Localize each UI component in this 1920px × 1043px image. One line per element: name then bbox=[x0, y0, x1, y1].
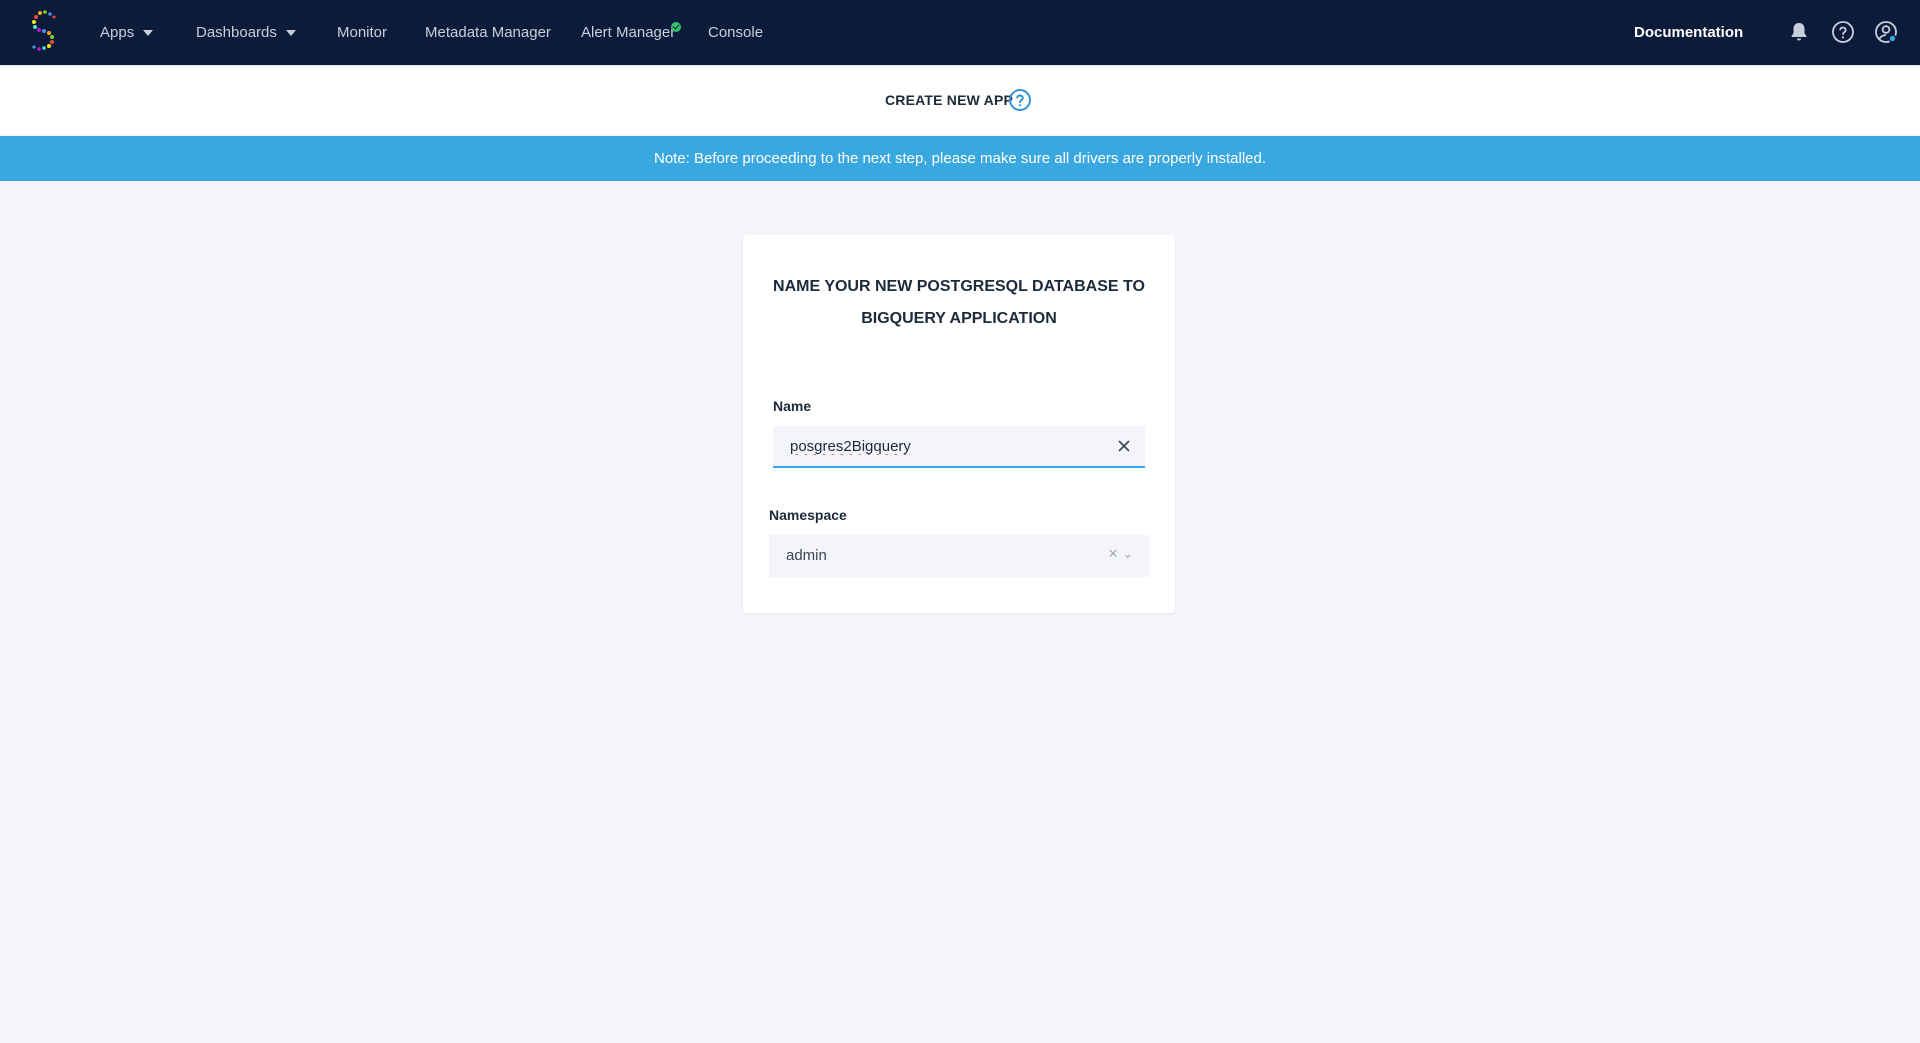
namespace-label: Namespace bbox=[769, 507, 847, 523]
chevron-down-icon bbox=[285, 29, 296, 36]
namespace-select[interactable]: admin ✕ ⌄ bbox=[769, 535, 1149, 577]
documentation-link[interactable]: Documentation bbox=[1634, 0, 1743, 65]
nav-dashboards-label: Dashboards bbox=[196, 24, 277, 41]
nav-metadata-manager[interactable]: Metadata Manager bbox=[425, 0, 551, 65]
name-label: Name bbox=[773, 398, 812, 414]
namespace-controls: ✕ ⌄ bbox=[1108, 546, 1133, 562]
name-field bbox=[773, 426, 1145, 468]
namespace-value: admin bbox=[786, 547, 827, 564]
clear-icon[interactable]: ✕ bbox=[1108, 546, 1119, 561]
nav-monitor[interactable]: Monitor bbox=[337, 0, 387, 65]
nav-dashboards[interactable]: Dashboards bbox=[196, 0, 296, 65]
form-title-line1: NAME YOUR NEW POSTGRESQL DATABASE TO bbox=[773, 278, 1145, 295]
user-settings-icon[interactable] bbox=[1874, 20, 1898, 44]
status-check-icon bbox=[671, 22, 681, 32]
info-banner: Note: Before proceeding to the next step… bbox=[0, 136, 1920, 181]
help-icon[interactable] bbox=[1008, 88, 1032, 112]
page-title: CREATE NEW APP bbox=[885, 92, 1014, 108]
page-header: CREATE NEW APP bbox=[0, 65, 1920, 135]
logo-icon[interactable] bbox=[28, 9, 60, 53]
chevron-down-icon bbox=[143, 29, 154, 36]
name-input[interactable] bbox=[773, 426, 1093, 466]
close-icon[interactable] bbox=[1115, 437, 1133, 455]
banner-text: Note: Before proceeding to the next step… bbox=[654, 150, 1266, 167]
nav-console[interactable]: Console bbox=[708, 0, 763, 65]
top-navigation: Apps Dashboards Monitor Metadata Manager… bbox=[0, 0, 1920, 65]
form-title-line2: BIGQUERY APPLICATION bbox=[861, 310, 1057, 327]
help-icon[interactable] bbox=[1831, 20, 1855, 44]
nav-alert-manager[interactable]: Alert Manager bbox=[581, 0, 675, 65]
nav-apps[interactable]: Apps bbox=[100, 0, 154, 65]
chevron-down-icon[interactable]: ⌄ bbox=[1122, 546, 1133, 561]
create-app-form: NAME YOUR NEW POSTGRESQL DATABASE TO BIG… bbox=[743, 235, 1175, 613]
form-title: NAME YOUR NEW POSTGRESQL DATABASE TO BIG… bbox=[743, 271, 1175, 335]
nav-apps-label: Apps bbox=[100, 24, 135, 41]
bell-icon[interactable] bbox=[1787, 20, 1811, 44]
